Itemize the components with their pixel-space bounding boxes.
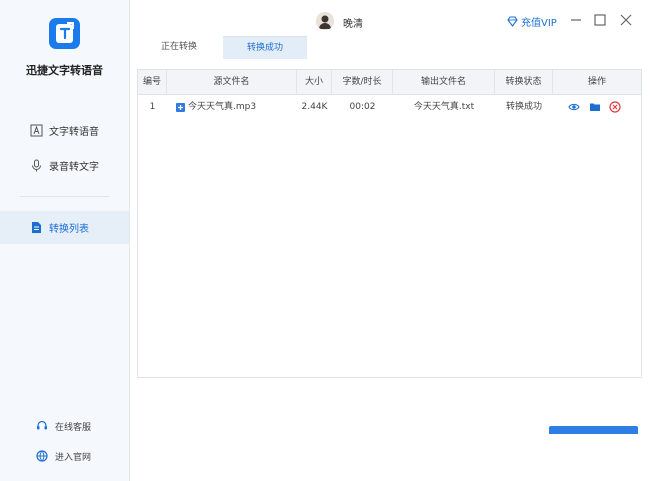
- sidebar-item-label: 录音转文字: [49, 161, 99, 173]
- globe-icon: [36, 450, 48, 462]
- sidebar-item-label: 转换列表: [49, 224, 89, 235]
- minimize-icon[interactable]: [570, 14, 582, 26]
- audio-file-icon: [176, 102, 185, 112]
- column-header: 源文件名: [167, 70, 297, 94]
- official-site-label: 进入官网: [55, 453, 92, 463]
- online-support-link[interactable]: 在线客服: [0, 418, 129, 436]
- column-header: 编号: [138, 70, 167, 94]
- eye-icon[interactable]: [568, 101, 580, 113]
- column-header: 大小: [297, 70, 332, 94]
- app-logo-icon: [49, 18, 80, 49]
- delete-icon[interactable]: [609, 101, 621, 113]
- tab-success[interactable]: 转换成功: [223, 36, 307, 59]
- file-size: 2.44K: [301, 102, 328, 112]
- conversion-table: 编号 源文件名 大小 字数/时长 输出文件名 转换状态 操作 1 今天天气真.m…: [137, 69, 642, 378]
- online-support-label: 在线客服: [55, 423, 92, 433]
- row-index: 1: [149, 102, 156, 112]
- sidebar-item-speech-to-text[interactable]: 录音转文字: [0, 150, 129, 180]
- duration: 00:02: [349, 102, 376, 112]
- column-header: 转换状态: [495, 70, 553, 94]
- tab-in-progress[interactable]: 正在转换: [137, 36, 221, 58]
- tab-bar: 正在转换 转换成功: [137, 36, 640, 59]
- source-file-cell: 今天天气真.mp3: [176, 95, 297, 119]
- output-file-name: 今天天气真.txt: [413, 102, 475, 112]
- headset-icon: [37, 420, 47, 430]
- vip-recharge-button[interactable]: 充值VIP: [507, 14, 557, 29]
- close-icon[interactable]: [620, 14, 632, 26]
- column-header: 输出文件名: [393, 70, 495, 94]
- column-header: 字数/时长: [332, 70, 393, 94]
- file-list-icon: [32, 222, 41, 233]
- conversion-status: 转换成功: [505, 102, 542, 112]
- vip-label: 充值VIP: [521, 17, 557, 29]
- microphone-icon: [32, 159, 41, 171]
- avatar[interactable]: [316, 12, 334, 30]
- folder-icon[interactable]: [589, 101, 601, 113]
- sidebar-item-label: 文字转语音: [49, 126, 99, 138]
- sidebar-item-conversion-list[interactable]: 转换列表: [0, 211, 129, 244]
- table-row: 1 今天天气真.mp3 2.44K 00:02 今天天气真.txt 转换成功: [138, 95, 641, 119]
- official-site-link[interactable]: 进入官网: [0, 448, 129, 466]
- source-file-name: 今天天气真.mp3: [188, 102, 257, 112]
- sidebar-item-text-to-speech[interactable]: 文字转语音: [0, 115, 129, 145]
- diamond-icon: [507, 15, 518, 27]
- sidebar-divider: [20, 196, 109, 197]
- app-name: 迅捷文字转语音: [26, 64, 103, 77]
- sidebar: 迅捷文字转语音 文字转语音 录音转文字 转换列表 在线客服 进入官网: [0, 0, 130, 481]
- maximize-icon[interactable]: [594, 14, 606, 26]
- table-header: 编号 源文件名 大小 字数/时长 输出文件名 转换状态 操作: [138, 70, 641, 95]
- username[interactable]: 晚清: [343, 15, 363, 30]
- text-icon: [30, 124, 43, 136]
- column-header: 操作: [587, 77, 606, 87]
- action-button[interactable]: [549, 426, 638, 434]
